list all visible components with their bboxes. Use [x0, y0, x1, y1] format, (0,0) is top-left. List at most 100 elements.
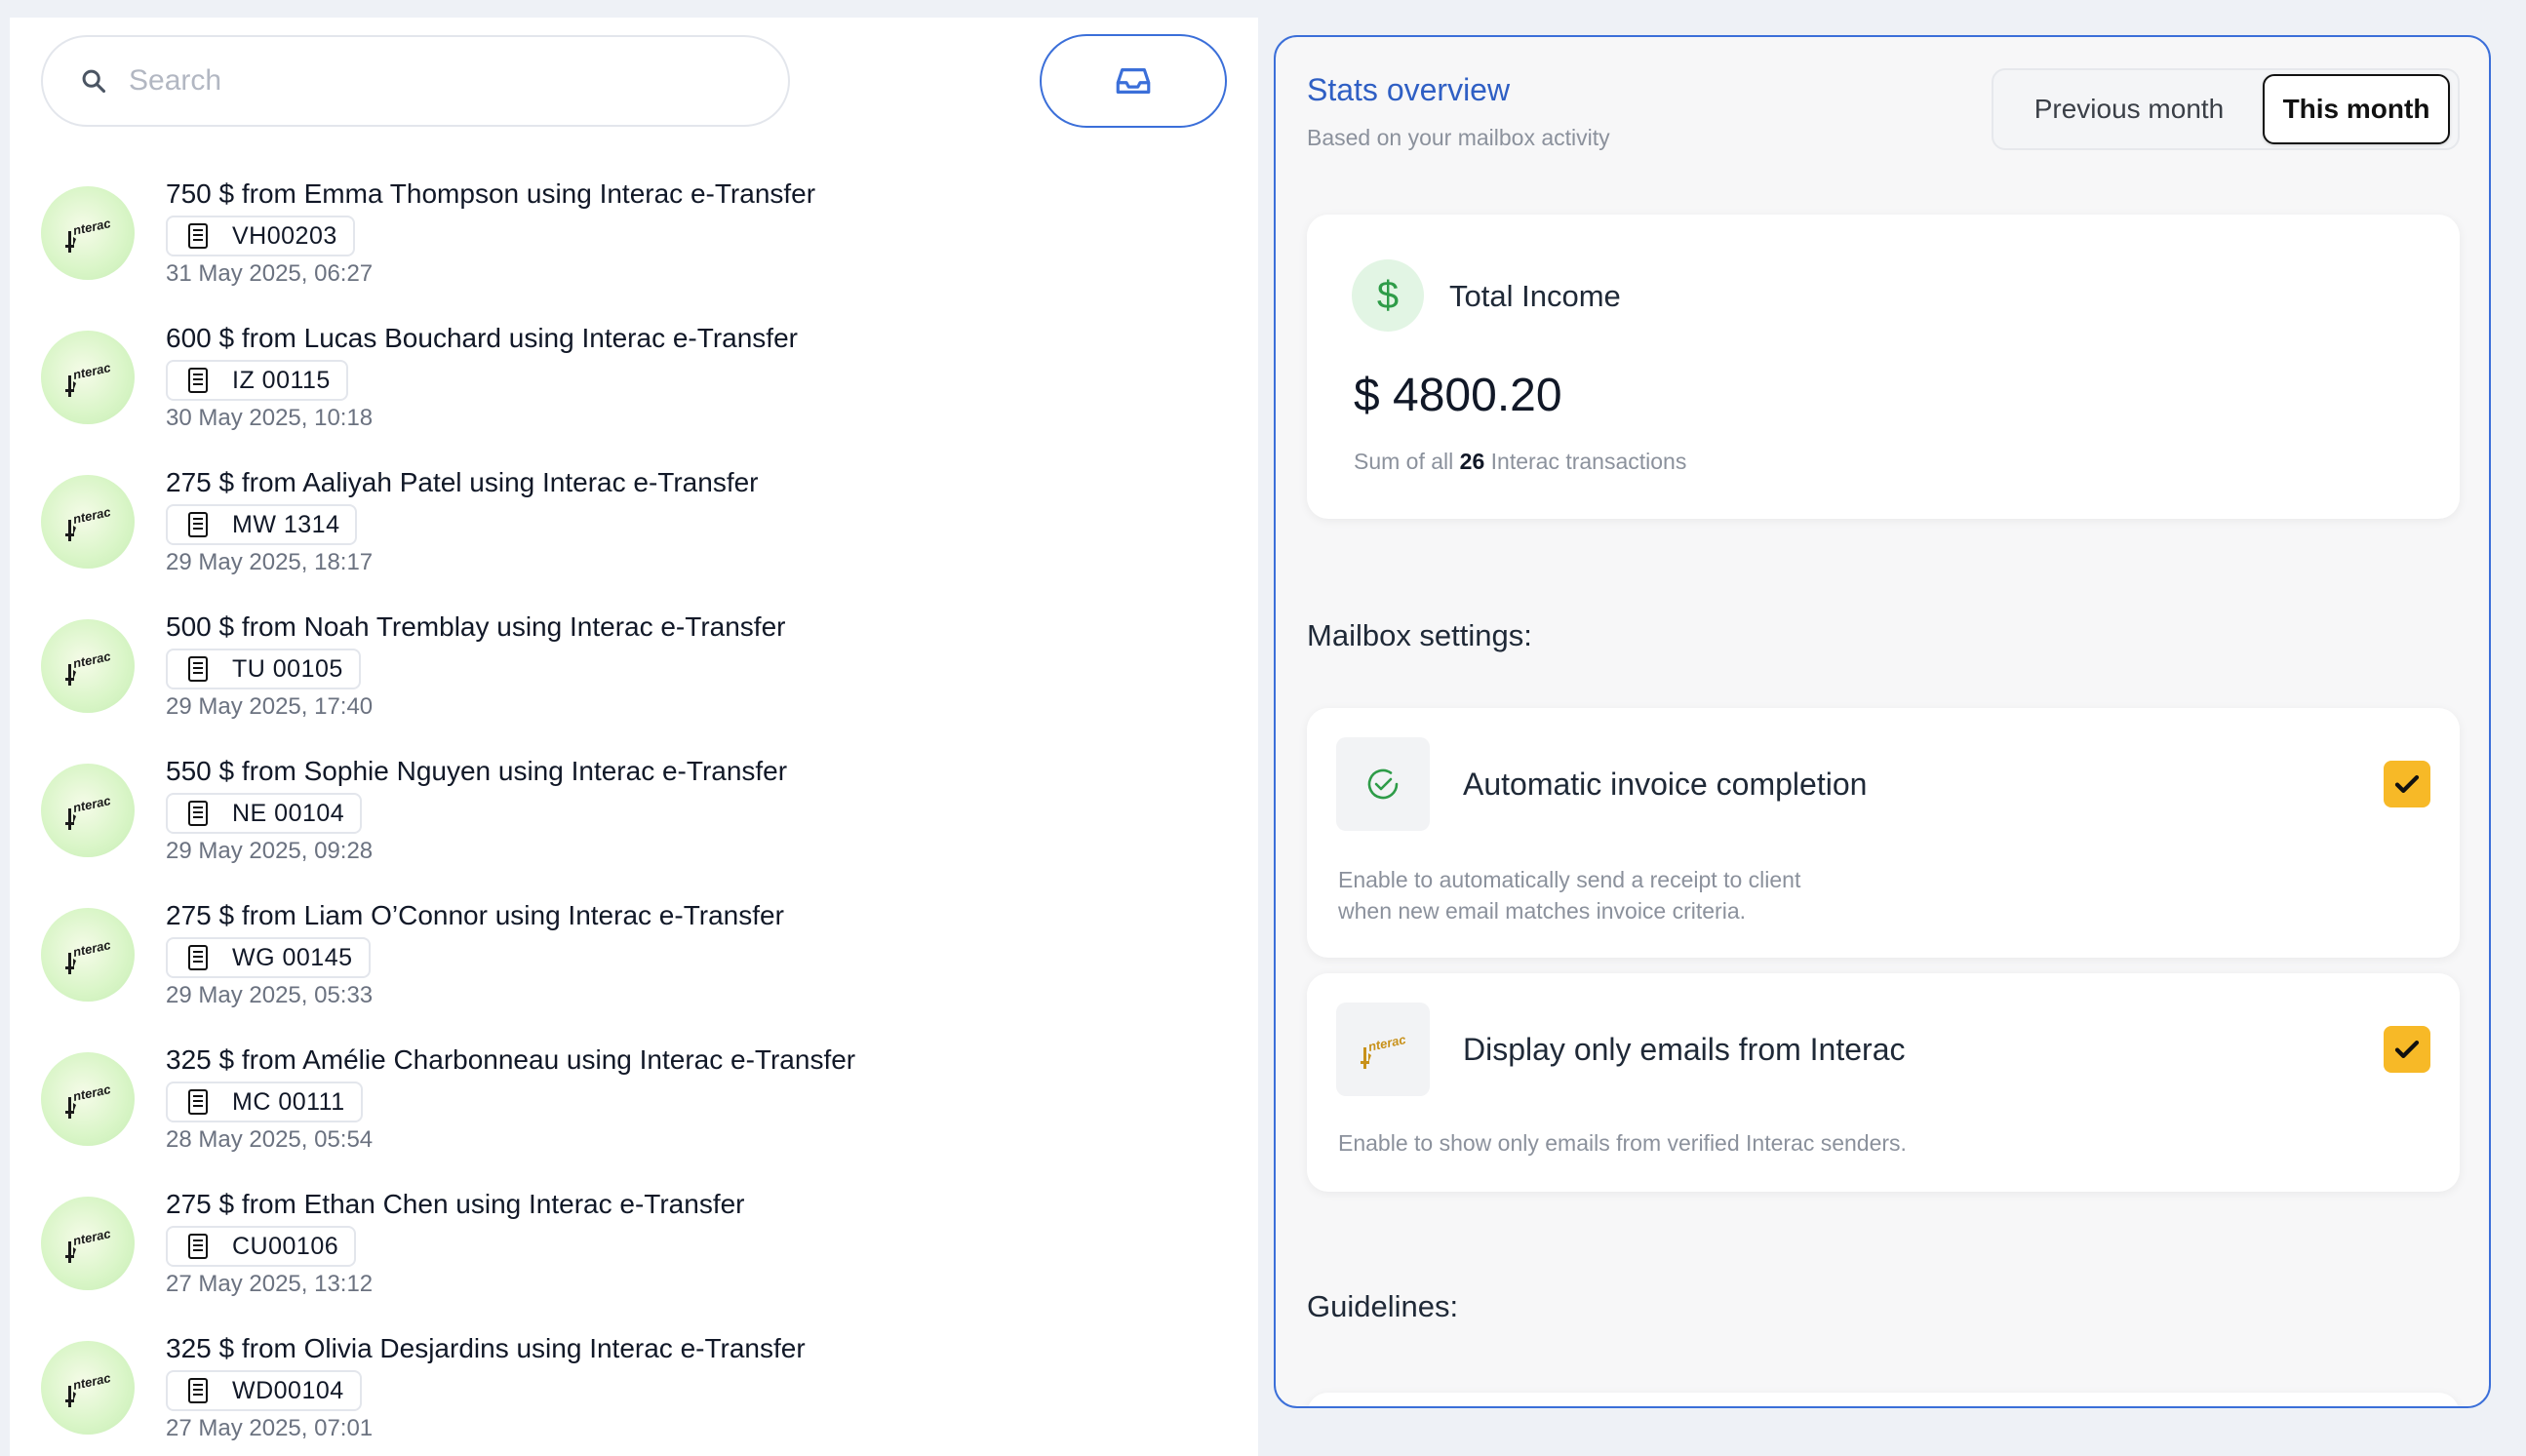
income-note-suffix: Interac transactions — [1490, 449, 1687, 474]
inbox-button[interactable] — [1040, 34, 1227, 128]
interac-logo-icon: nterac — [41, 764, 135, 857]
setting-interac-only: nterac Display only emails from Interac … — [1307, 973, 2460, 1192]
reference-code: TU 00105 — [232, 654, 343, 683]
reference-badge: NE 00104 — [166, 793, 363, 834]
reference-badge: CU00106 — [166, 1226, 357, 1267]
stats-subtitle: Based on your mailbox activity — [1307, 125, 1610, 150]
receipt-icon — [188, 1234, 208, 1259]
svg-text:nterac: nterac — [72, 1082, 113, 1104]
transaction-title: 275 $ from Aaliyah Patel using Interac e… — [166, 467, 759, 497]
automatic-invoice-checkbox[interactable] — [2384, 761, 2430, 807]
list-item[interactable]: nterac 500 $ from Noah Tremblay using In… — [10, 592, 1258, 736]
receipt-icon — [188, 656, 208, 682]
income-note-prefix: Sum of all — [1354, 449, 1454, 474]
stats-title: Stats overview — [1307, 72, 1511, 107]
transaction-title: 325 $ from Olivia Desjardins using Inter… — [166, 1333, 806, 1363]
transaction-date: 27 May 2025, 13:12 — [166, 1271, 374, 1297]
transaction-date: 29 May 2025, 17:40 — [166, 693, 374, 720]
reference-code: CU00106 — [232, 1232, 339, 1260]
reference-badge: TU 00105 — [166, 649, 361, 689]
transaction-date: 29 May 2025, 09:28 — [166, 838, 374, 864]
list-item[interactable]: nterac 325 $ from Olivia Desjardins usin… — [10, 1314, 1258, 1456]
guidelines-heading: Guidelines: — [1307, 1289, 1459, 1323]
transaction-title: 325 $ from Amélie Charbonneau using Inte… — [166, 1044, 856, 1075]
svg-text:nterac: nterac — [72, 1370, 113, 1393]
interac-logo-icon: nterac — [41, 331, 135, 424]
reference-code: VH00203 — [232, 221, 337, 250]
transaction-title: 275 $ from Liam O’Connor using Interac e… — [166, 900, 784, 930]
check-circle-icon — [1336, 737, 1430, 831]
income-value: $ 4800.20 — [1354, 370, 1562, 421]
svg-text:nterac: nterac — [72, 360, 113, 382]
search-icon — [82, 69, 106, 94]
svg-text:nterac: nterac — [1367, 1032, 1408, 1054]
search-bar[interactable] — [41, 35, 790, 127]
interac-logo-icon: nterac — [41, 908, 135, 1002]
interac-logo-icon: nterac — [41, 619, 135, 713]
setting-description-line: when new email matches invoice criteria. — [1338, 898, 1747, 924]
interac-logo-icon: nterac — [41, 475, 135, 569]
checkmark-icon — [2394, 775, 2420, 793]
tab-previous-month[interactable]: Previous month — [1997, 74, 2261, 144]
transaction-date: 28 May 2025, 05:54 — [166, 1126, 374, 1153]
reference-badge: MC 00111 — [166, 1082, 363, 1122]
reference-code: MC 00111 — [232, 1087, 345, 1116]
transaction-date: 30 May 2025, 10:18 — [166, 405, 374, 431]
reference-badge: IZ 00115 — [166, 360, 348, 401]
list-item[interactable]: nterac 275 $ from Aaliyah Patel using In… — [10, 448, 1258, 592]
income-label: Total Income — [1449, 279, 1621, 313]
svg-text:nterac: nterac — [72, 937, 113, 960]
interac-logo-icon: nterac — [41, 1341, 135, 1435]
income-note: Sum of all 26 Interac transactions — [1354, 449, 1686, 475]
list-item[interactable]: nterac 750 $ from Emma Thompson using In… — [10, 159, 1258, 303]
setting-title: Automatic invoice completion — [1463, 767, 1868, 802]
receipt-icon — [188, 1089, 208, 1115]
period-toggle: Previous month This month — [1992, 68, 2460, 150]
transaction-title: 600 $ from Lucas Bouchard using Interac … — [166, 323, 798, 353]
setting-description-line: Enable to show only emails from verified… — [1338, 1130, 1907, 1156]
reference-code: NE 00104 — [232, 799, 345, 827]
receipt-icon — [188, 801, 208, 826]
svg-text:nterac: nterac — [72, 1226, 113, 1248]
transaction-list: nterac 750 $ from Emma Thompson using In… — [10, 159, 1258, 1456]
setting-description: Enable to show only emails from verified… — [1338, 1127, 1907, 1159]
reference-code: MW 1314 — [232, 510, 340, 538]
mailbox-settings-heading: Mailbox settings: — [1307, 618, 1532, 652]
tab-this-month[interactable]: This month — [2263, 74, 2450, 144]
reference-badge: WG 00145 — [166, 937, 371, 978]
transaction-date: 27 May 2025, 07:01 — [166, 1415, 374, 1441]
transaction-title: 275 $ from Ethan Chen using Interac e-Tr… — [166, 1189, 745, 1219]
transaction-date: 31 May 2025, 06:27 — [166, 260, 374, 287]
list-item[interactable]: nterac 275 $ from Ethan Chen using Inter… — [10, 1169, 1258, 1314]
list-item[interactable]: nterac 275 $ from Liam O’Connor using In… — [10, 881, 1258, 1025]
reference-code: IZ 00115 — [232, 366, 331, 394]
reference-badge: VH00203 — [166, 216, 355, 256]
list-item[interactable]: nterac 600 $ from Lucas Bouchard using I… — [10, 303, 1258, 448]
transaction-title: 750 $ from Emma Thompson using Interac e… — [166, 178, 816, 209]
receipt-icon — [188, 223, 208, 249]
receipt-icon — [188, 1378, 208, 1403]
list-item[interactable]: nterac 550 $ from Sophie Nguyen using In… — [10, 736, 1258, 881]
reference-badge: WD00104 — [166, 1370, 362, 1411]
interac-logo-icon: nterac — [41, 186, 135, 280]
svg-text:nterac: nterac — [72, 793, 113, 815]
inbox-icon — [1116, 68, 1151, 94]
svg-text:nterac: nterac — [72, 504, 113, 527]
transaction-title: 550 $ from Sophie Nguyen using Interac e… — [166, 756, 788, 786]
svg-text:nterac: nterac — [72, 216, 113, 238]
reference-code: WD00104 — [232, 1376, 344, 1404]
interac-only-checkbox[interactable] — [2384, 1026, 2430, 1073]
list-item[interactable]: nterac 325 $ from Amélie Charbonneau usi… — [10, 1025, 1258, 1169]
svg-text:nterac: nterac — [72, 649, 113, 671]
interac-logo-icon: nterac — [1336, 1003, 1430, 1096]
transaction-title: 500 $ from Noah Tremblay using Interac e… — [166, 611, 786, 642]
setting-automatic-invoice: Automatic invoice completion Enable to a… — [1307, 708, 2460, 958]
receipt-icon — [188, 368, 208, 393]
reference-code: WG 00145 — [232, 943, 353, 971]
setting-description: Enable to automatically send a receipt t… — [1338, 864, 1800, 926]
guidelines-card — [1307, 1393, 2460, 1406]
setting-title: Display only emails from Interac — [1463, 1032, 1906, 1067]
transaction-date: 29 May 2025, 18:17 — [166, 549, 374, 575]
search-input[interactable] — [129, 64, 714, 98]
receipt-icon — [188, 945, 208, 970]
